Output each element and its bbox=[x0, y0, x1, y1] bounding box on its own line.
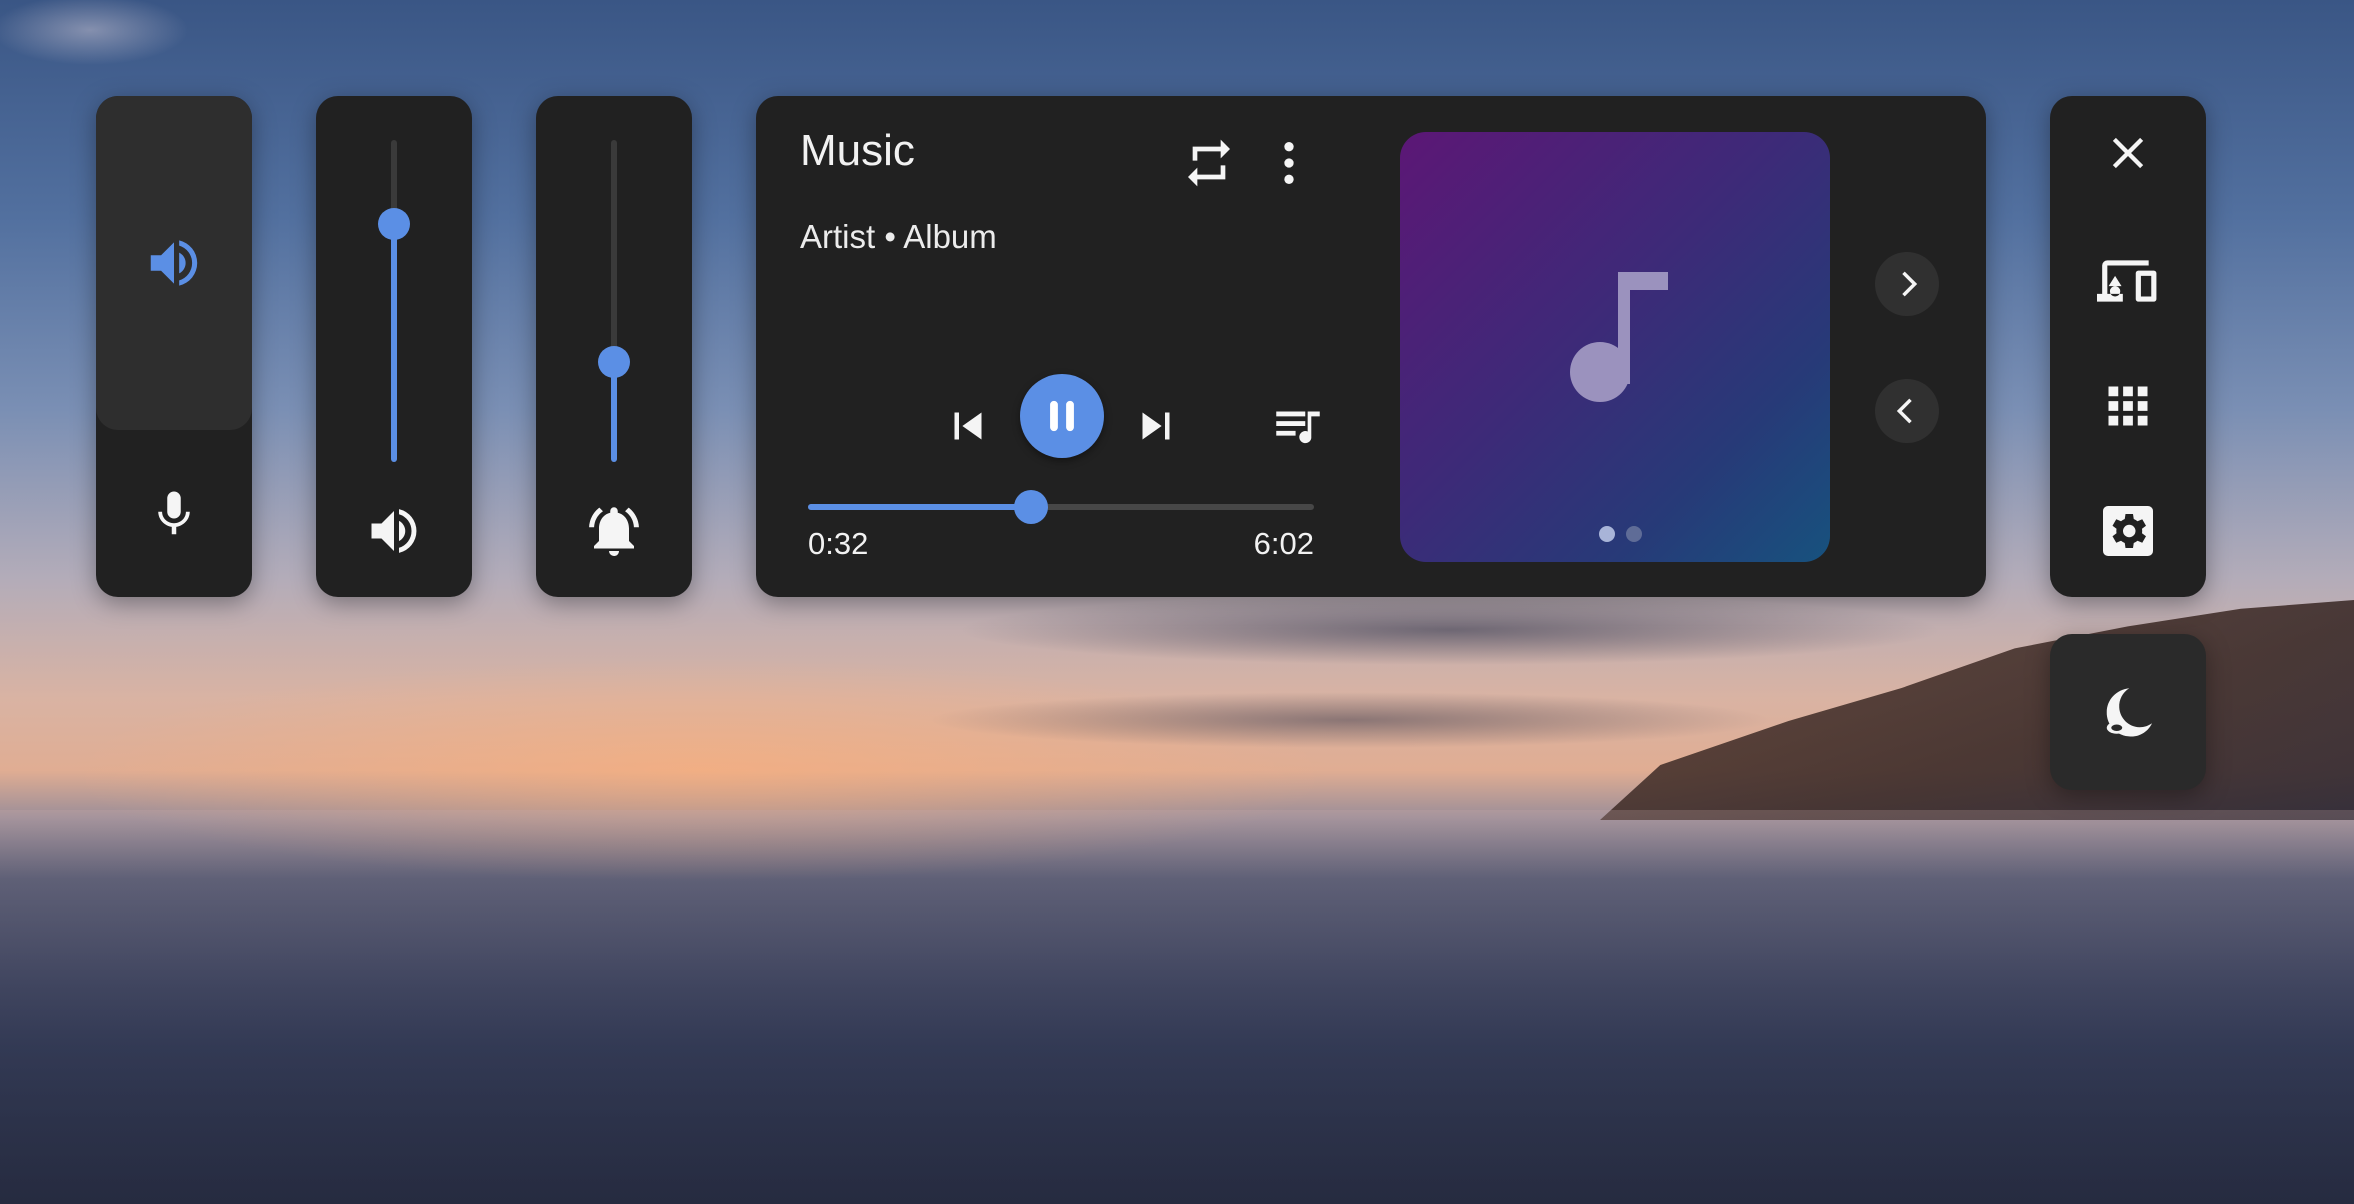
media-volume-slider[interactable] bbox=[316, 96, 472, 597]
close-icon bbox=[2102, 127, 2154, 179]
total-time: 6:02 bbox=[1253, 526, 1314, 561]
chevron-left-icon bbox=[1886, 390, 1928, 432]
music-note-icon bbox=[1562, 272, 1672, 408]
skip-previous-icon bbox=[941, 399, 995, 453]
pause-icon bbox=[1036, 390, 1088, 442]
seek-thumb[interactable] bbox=[1013, 490, 1048, 524]
page-indicator-dot bbox=[1626, 526, 1642, 542]
dark-mode-button[interactable] bbox=[2050, 634, 2206, 790]
speaker-icon bbox=[143, 232, 205, 294]
bell-icon bbox=[584, 501, 644, 561]
pause-button[interactable] bbox=[1020, 374, 1104, 458]
apps-button[interactable] bbox=[2050, 351, 2206, 461]
media-app-title: Music bbox=[800, 126, 915, 175]
elapsed-time: 0:32 bbox=[808, 526, 869, 561]
media-player-panel: Music Artist • Album 0:32 6:02 bbox=[756, 96, 1986, 597]
next-page-button[interactable] bbox=[1875, 252, 1939, 316]
settings-gear-icon bbox=[2098, 501, 2158, 561]
skip-previous-button[interactable] bbox=[926, 384, 1010, 468]
ring-volume-slider[interactable] bbox=[536, 96, 692, 597]
microphone-icon bbox=[147, 487, 201, 541]
volume-icon bbox=[364, 501, 424, 561]
audio-output-panel bbox=[96, 96, 252, 597]
ring-volume-button[interactable] bbox=[536, 496, 692, 566]
skip-next-icon bbox=[1129, 399, 1183, 453]
more-vert-icon bbox=[1261, 135, 1317, 191]
devices-icon bbox=[2097, 250, 2159, 312]
settings-rail bbox=[2050, 96, 2206, 597]
media-subtitle: Artist • Album bbox=[800, 218, 997, 255]
microphone-output-button[interactable] bbox=[96, 430, 252, 597]
media-volume-track[interactable] bbox=[378, 140, 410, 462]
seek-progress bbox=[808, 504, 1031, 510]
media-volume-thumb[interactable] bbox=[378, 207, 410, 240]
close-button[interactable] bbox=[2050, 98, 2206, 208]
apps-grid-icon bbox=[2102, 380, 2154, 432]
wallpaper-reflection bbox=[0, 810, 2354, 1204]
page-indicator-dot-active bbox=[1599, 526, 1615, 542]
skip-next-button[interactable] bbox=[1114, 384, 1198, 468]
repeat-icon bbox=[1181, 135, 1237, 191]
settings-button[interactable] bbox=[2050, 476, 2206, 586]
album-art bbox=[1400, 132, 1830, 562]
ring-volume-track[interactable] bbox=[598, 140, 630, 462]
previous-page-button[interactable] bbox=[1875, 379, 1939, 443]
seek-bar[interactable] bbox=[808, 490, 1314, 524]
more-options-button[interactable] bbox=[1256, 130, 1322, 196]
queue-button[interactable] bbox=[1256, 384, 1340, 468]
speaker-output-button[interactable] bbox=[96, 96, 252, 430]
ring-volume-thumb[interactable] bbox=[598, 346, 630, 379]
devices-button[interactable] bbox=[2050, 226, 2206, 336]
media-volume-button[interactable] bbox=[316, 496, 472, 566]
dark-mode-icon bbox=[2098, 682, 2158, 742]
media-volume-level bbox=[391, 223, 397, 462]
repeat-button[interactable] bbox=[1176, 130, 1242, 196]
chevron-right-icon bbox=[1886, 263, 1928, 305]
queue-music-icon bbox=[1269, 397, 1327, 455]
